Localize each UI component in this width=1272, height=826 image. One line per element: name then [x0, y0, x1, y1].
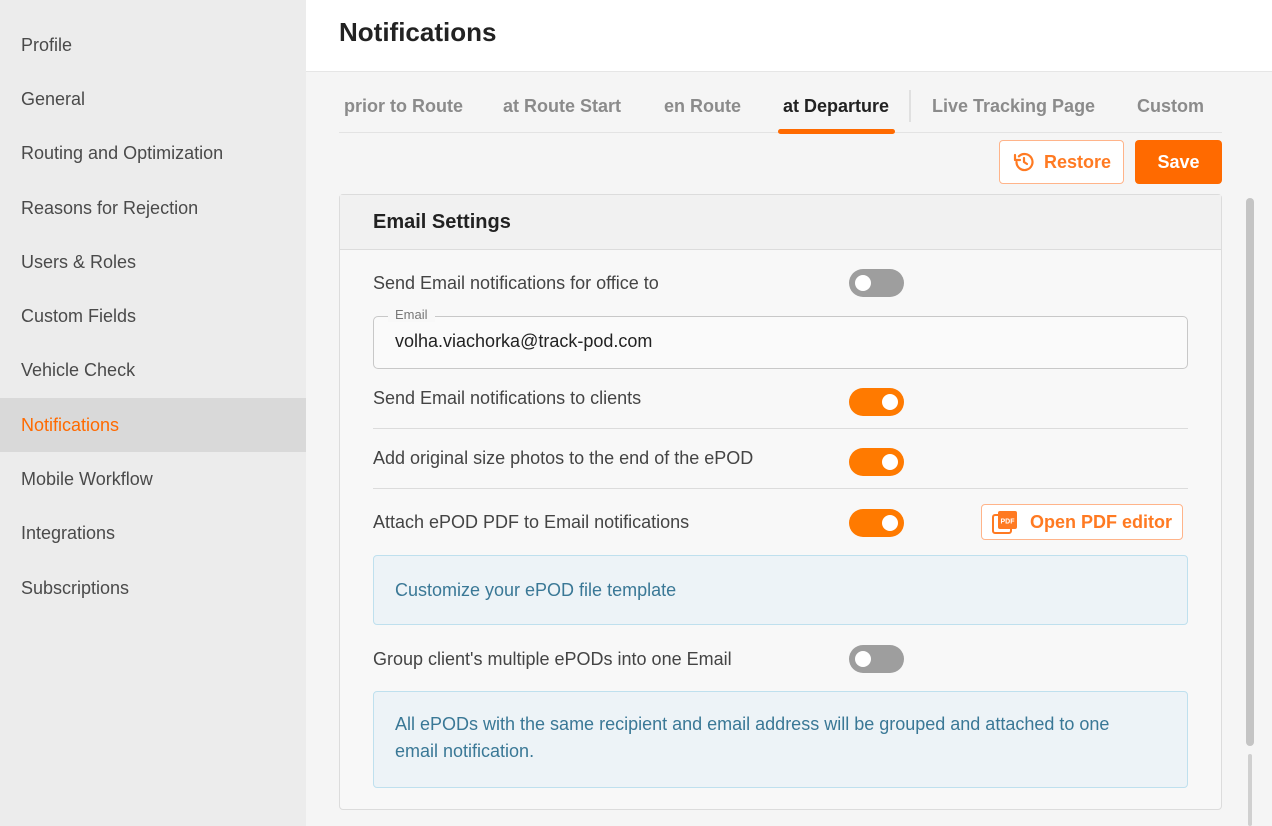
attach-pdf-toggle[interactable]	[849, 509, 904, 537]
toggle-knob	[855, 651, 871, 667]
clients-notifications-label: Send Email notifications to clients	[373, 388, 642, 408]
sidebar-item-profile[interactable]: Profile	[0, 18, 306, 72]
sidebar-item-routing-and-optimization[interactable]: Routing and Optimization	[0, 127, 306, 181]
page-title: Notifications	[339, 17, 497, 47]
scrollbar-track	[1248, 754, 1252, 826]
tab-at-departure[interactable]: at Departure	[783, 96, 889, 117]
tab-divider	[909, 90, 911, 122]
group-epods-toggle[interactable]	[849, 645, 904, 673]
tab-en-route[interactable]: en Route	[664, 96, 741, 117]
email-field-label: Email	[388, 307, 435, 322]
toggle-knob	[882, 454, 898, 470]
history-icon	[1012, 150, 1036, 174]
panel-title: Email Settings	[340, 195, 1221, 250]
original-photos-row: Add original size photos to the end of t…	[373, 429, 1188, 489]
tab-custom[interactable]: Custom	[1137, 96, 1204, 117]
sidebar-item-reasons-for-rejection[interactable]: Reasons for Rejection	[0, 181, 306, 235]
save-button[interactable]: Save	[1135, 140, 1222, 184]
attach-pdf-label: Attach ePOD PDF to Email notifications	[373, 511, 690, 532]
tab-at-route-start[interactable]: at Route Start	[503, 96, 621, 117]
customize-template-box: Customize your ePOD file template	[373, 555, 1188, 625]
customize-template-link[interactable]: Customize your ePOD file template	[395, 580, 676, 601]
vertical-scrollbar[interactable]	[1243, 194, 1257, 826]
toggle-knob	[882, 394, 898, 410]
svg-text:PDF: PDF	[1000, 519, 1015, 526]
office-email-input[interactable]	[395, 331, 1155, 352]
toggle-knob	[855, 275, 871, 291]
restore-label: Restore	[1043, 151, 1112, 172]
sidebar-item-integrations[interactable]: Integrations	[0, 507, 306, 561]
office-notifications-toggle[interactable]	[849, 269, 904, 297]
original-photos-label: Add original size photos to the end of t…	[373, 448, 754, 468]
page-header: Notifications	[306, 0, 1272, 72]
group-epods-info-box: All ePODs with the same recipient and em…	[373, 691, 1188, 788]
group-epods-row: Group client's multiple ePODs into one E…	[373, 645, 1188, 673]
sidebar-item-users-and-roles[interactable]: Users & Roles	[0, 235, 306, 289]
sidebar-item-mobile-workflow[interactable]: Mobile Workflow	[0, 452, 306, 506]
office-email-field[interactable]: Email	[373, 307, 1188, 369]
group-epods-label: Group client's multiple ePODs into one E…	[373, 648, 732, 669]
settings-sidebar: Profile General Routing and Optimization…	[0, 0, 306, 826]
open-pdf-editor-button[interactable]: PDF Open PDF editor	[981, 504, 1183, 540]
sidebar-item-notifications[interactable]: Notifications	[0, 398, 306, 453]
toggle-knob	[882, 515, 898, 531]
restore-button[interactable]: Restore	[999, 140, 1124, 184]
office-notifications-row: Send Email notifications for office to	[373, 269, 1188, 297]
sidebar-item-custom-fields[interactable]: Custom Fields	[0, 289, 306, 343]
clients-notifications-toggle[interactable]	[849, 388, 904, 416]
sidebar-item-general[interactable]: General	[0, 72, 306, 126]
main-content: Notifications prior to Route at Route St…	[306, 0, 1272, 826]
tab-live-tracking-page[interactable]: Live Tracking Page	[932, 96, 1095, 117]
clients-notifications-row: Send Email notifications to clients	[373, 369, 1188, 429]
email-settings-panel: Email Settings Send Email notifications …	[339, 194, 1222, 810]
group-epods-info-text: All ePODs with the same recipient and em…	[395, 714, 1110, 761]
active-tab-indicator	[778, 129, 895, 134]
scrollbar-thumb[interactable]	[1246, 198, 1254, 746]
notification-tabs: prior to Route at Route Start en Route a…	[339, 72, 1222, 134]
pdf-file-icon: PDF	[991, 510, 1018, 534]
sidebar-item-vehicle-check[interactable]: Vehicle Check	[0, 344, 306, 398]
office-notifications-label: Send Email notifications for office to	[373, 272, 659, 293]
open-pdf-editor-label: Open PDF editor	[1029, 511, 1172, 532]
tab-prior-to-route[interactable]: prior to Route	[344, 96, 463, 117]
sidebar-item-subscriptions[interactable]: Subscriptions	[0, 561, 306, 615]
original-photos-toggle[interactable]	[849, 448, 904, 476]
